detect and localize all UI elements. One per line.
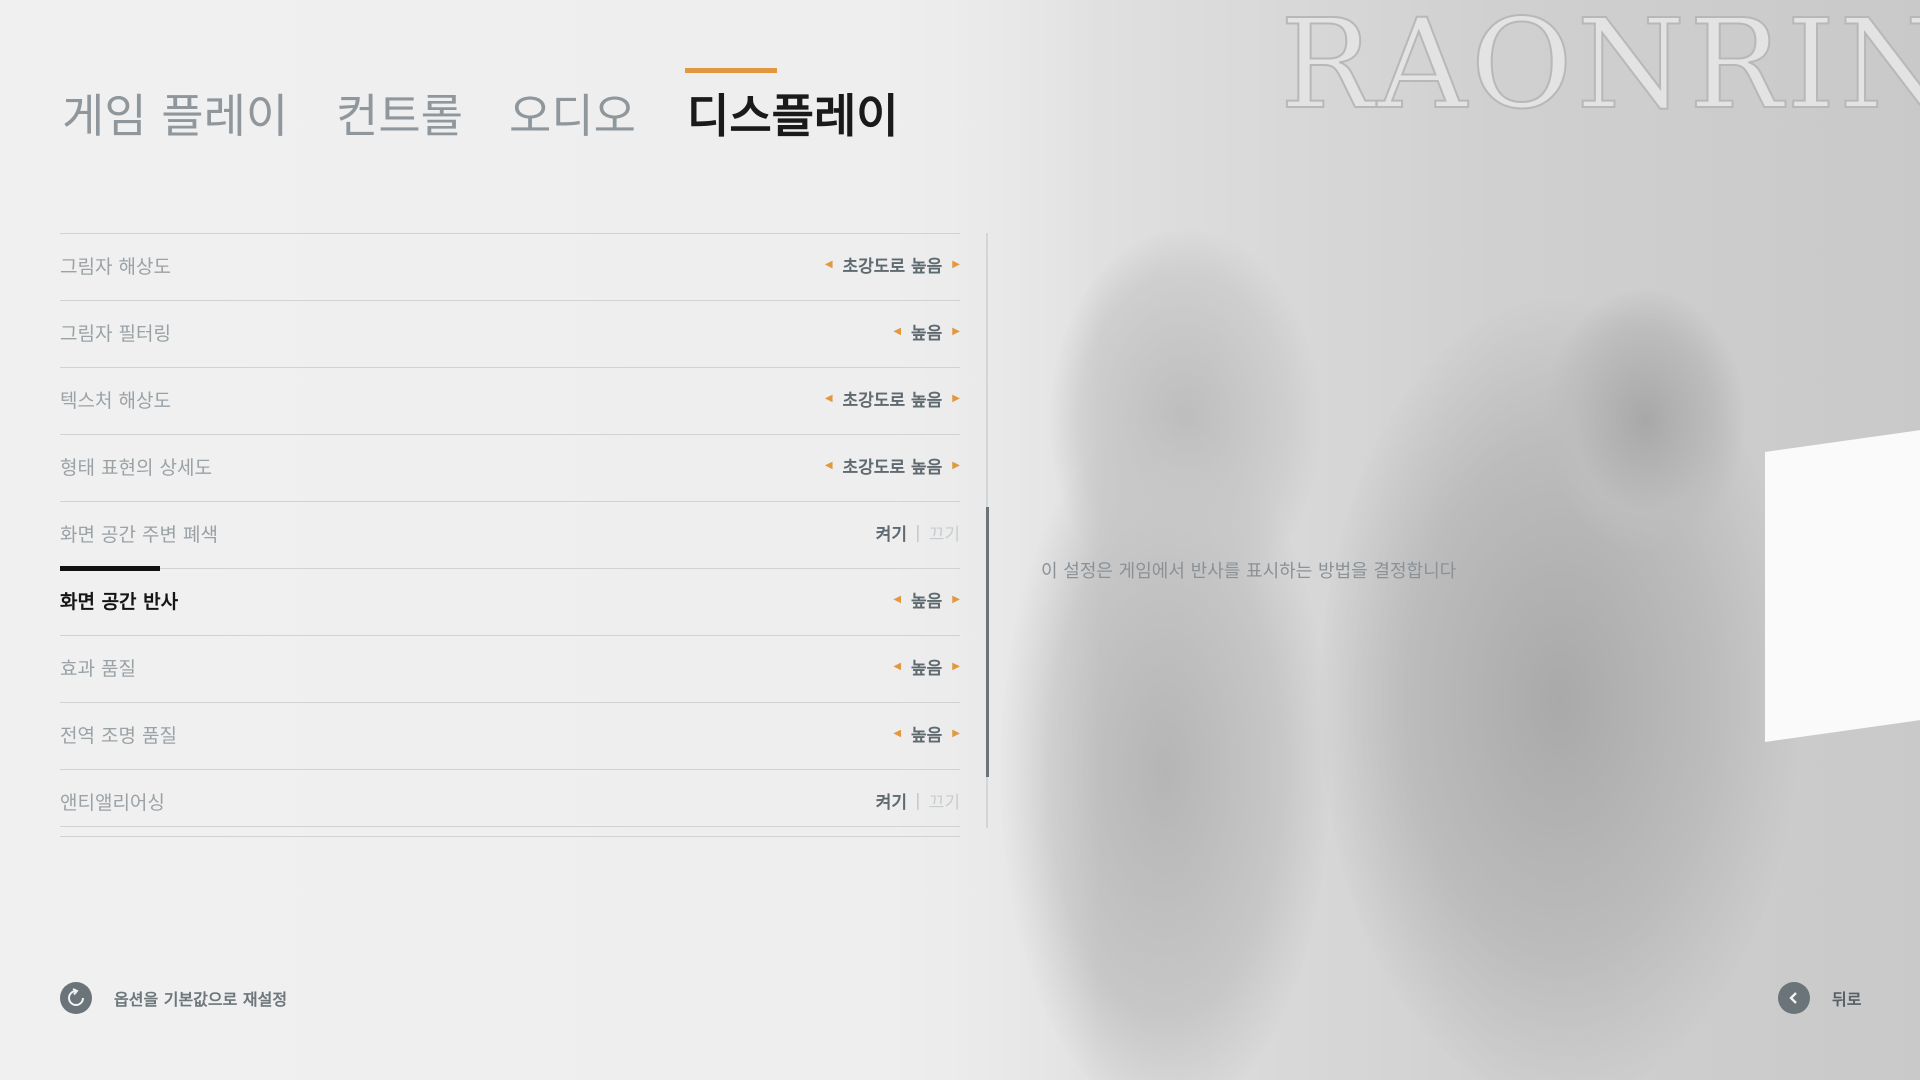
setting-row-ssao[interactable]: 화면 공간 주변 폐색 켜기 | 끄기 [60, 502, 960, 569]
arrow-left-icon[interactable]: ◀ [825, 460, 833, 471]
setting-selector[interactable]: ◀ 높음 ▶ [883, 587, 960, 612]
active-tab-indicator [685, 68, 777, 73]
setting-selector[interactable]: ◀ 초강도로 높음 ▶ [815, 386, 960, 411]
setting-row-texture-resolution[interactable]: 텍스처 해상도 ◀ 초강도로 높음 ▶ [60, 368, 960, 435]
setting-value: 초강도로 높음 [842, 458, 943, 478]
setting-label: 화면 공간 주변 폐색 [60, 524, 218, 546]
arrow-left-icon[interactable]: ◀ [825, 393, 833, 404]
setting-label: 화면 공간 반사 [60, 591, 179, 613]
setting-row-shadow-filtering[interactable]: 그림자 필터링 ◀ 높음 ▶ [60, 301, 960, 368]
tab-audio[interactable]: 오디오 [509, 80, 636, 146]
setting-toggle[interactable]: 켜기 | 끄기 [876, 788, 960, 814]
setting-selector[interactable]: ◀ 높음 ▶ [883, 721, 960, 746]
setting-selector[interactable]: ◀ 높음 ▶ [883, 654, 960, 679]
background-monitor [1765, 428, 1920, 742]
arrow-left-icon[interactable]: ◀ [893, 728, 901, 739]
back-arrow-icon [1778, 982, 1810, 1014]
reset-defaults-button[interactable]: 옵션을 기본값으로 재설정 [60, 982, 287, 1014]
setting-label: 효과 품질 [60, 658, 136, 680]
arrow-right-icon[interactable]: ▶ [952, 259, 960, 270]
arrow-left-icon[interactable]: ◀ [893, 661, 901, 672]
arrow-left-icon[interactable]: ◀ [893, 594, 901, 605]
setting-selector[interactable]: ◀ 초강도로 높음 ▶ [815, 252, 960, 277]
setting-label: 형태 표현의 상세도 [60, 457, 212, 479]
reset-icon [60, 982, 92, 1014]
setting-value: 높음 [911, 659, 943, 679]
scrollbar-thumb[interactable] [986, 507, 989, 777]
arrow-right-icon[interactable]: ▶ [952, 728, 960, 739]
setting-toggle[interactable]: 켜기 | 끄기 [876, 520, 960, 546]
back-label: 뒤로 [1832, 990, 1862, 1009]
setting-selector[interactable]: ◀ 초강도로 높음 ▶ [815, 453, 960, 478]
toggle-off-option[interactable]: 끄기 [929, 520, 960, 545]
arrow-right-icon[interactable]: ▶ [952, 661, 960, 672]
setting-label: 텍스처 해상도 [60, 390, 171, 412]
background-figure-woman-head [1545, 290, 1745, 550]
toggle-on-option[interactable]: 켜기 [876, 788, 907, 813]
setting-value: 높음 [911, 592, 943, 612]
setting-selector[interactable]: ◀ 높음 ▶ [883, 319, 960, 344]
setting-row-effects-quality[interactable]: 효과 품질 ◀ 높음 ▶ [60, 636, 960, 703]
toggle-off-option[interactable]: 끄기 [929, 788, 960, 813]
arrow-right-icon[interactable]: ▶ [952, 594, 960, 605]
tab-gameplay[interactable]: 게임 플레이 [62, 80, 288, 146]
setting-label: 그림자 해상도 [60, 256, 171, 278]
arrow-right-icon[interactable]: ▶ [952, 460, 960, 471]
back-button[interactable]: 뒤로 [1778, 982, 1861, 1014]
setting-description: 이 설정은 게임에서 반사를 표시하는 방법을 결정합니다 [1041, 561, 1457, 582]
setting-value: 높음 [911, 726, 943, 746]
list-divider [60, 826, 960, 827]
setting-label: 전역 조명 품질 [60, 725, 177, 747]
arrow-right-icon[interactable]: ▶ [952, 326, 960, 337]
setting-label: 그림자 필터링 [60, 323, 171, 345]
setting-row-gi-quality[interactable]: 전역 조명 품질 ◀ 높음 ▶ [60, 703, 960, 770]
setting-value: 높음 [911, 324, 943, 344]
setting-value: 초강도로 높음 [842, 391, 943, 411]
setting-value: 초강도로 높음 [842, 257, 943, 277]
settings-list: 그림자 해상도 ◀ 초강도로 높음 ▶ 그림자 필터링 ◀ 높음 ▶ 텍스처 해… [60, 233, 960, 837]
game-logo: RAONRIN [1279, 0, 1920, 137]
reset-defaults-label: 옵션을 기본값으로 재설정 [114, 990, 288, 1009]
setting-row-geometry-detail[interactable]: 형태 표현의 상세도 ◀ 초강도로 높음 ▶ [60, 435, 960, 502]
arrow-left-icon[interactable]: ◀ [825, 259, 833, 270]
setting-row-ssr[interactable]: 화면 공간 반사 ◀ 높음 ▶ [60, 566, 960, 636]
setting-label: 앤티앨리어싱 [60, 792, 165, 814]
toggle-on-option[interactable]: 켜기 [876, 520, 907, 545]
tab-controls[interactable]: 컨트롤 [336, 80, 463, 146]
setting-row-shadow-resolution[interactable]: 그림자 해상도 ◀ 초강도로 높음 ▶ [60, 233, 960, 301]
tab-display[interactable]: 디스플레이 [685, 68, 899, 146]
tab-display-label: 디스플레이 [687, 89, 899, 143]
arrow-left-icon[interactable]: ◀ [893, 326, 901, 337]
arrow-right-icon[interactable]: ▶ [952, 393, 960, 404]
